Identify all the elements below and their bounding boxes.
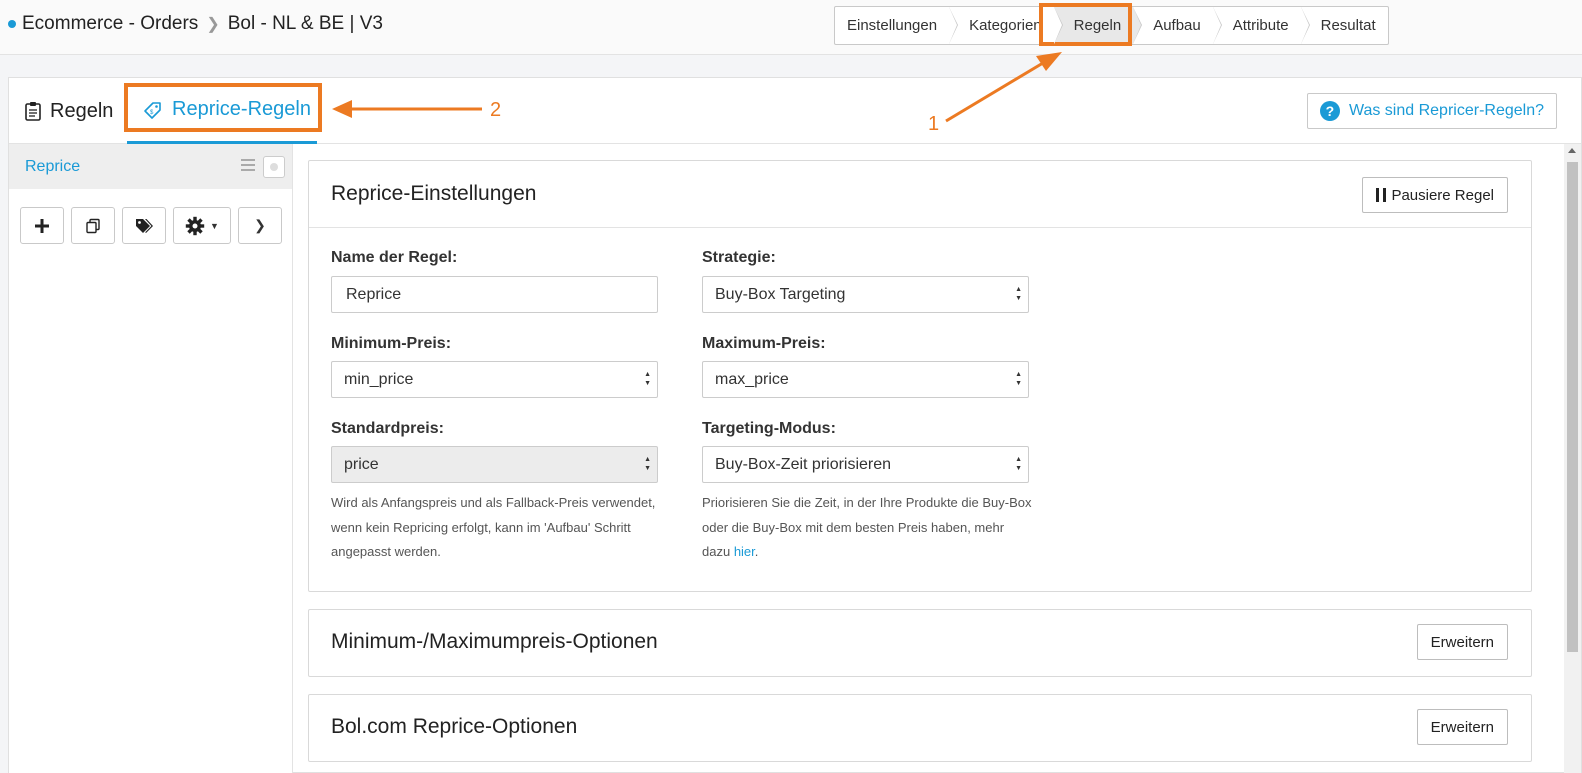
wizard-step-kategorien[interactable]: Kategorien [949,7,1063,44]
drag-handle-icon[interactable] [241,159,255,171]
add-rule-button[interactable] [20,207,64,244]
rule-toggle[interactable] [263,156,285,178]
collapse-sidebar-button[interactable]: ❯ [238,207,282,244]
copy-icon [86,218,100,233]
chevron-right-icon: ❯ [206,16,220,33]
sidebar-item-label: Reprice [25,157,81,175]
max-price-label: Maximum-Preis: [702,335,826,352]
question-icon: ? [1319,101,1340,121]
bol-options-card: Bol.com Reprice-Optionen Erweitern [308,694,1532,762]
reprice-settings-card: Reprice-Einstellungen Pausiere Regel Nam… [308,160,1532,592]
standard-price-select: price [331,446,658,483]
pause-rule-button[interactable]: Pausiere Regel [1362,177,1508,213]
highlight-box-reprice-tab [124,83,322,132]
scrollbar[interactable] [1564,144,1581,773]
rule-name-label: Name der Regel: [331,249,458,266]
annotation-label-1: 1 [928,113,940,135]
status-dot [8,20,16,28]
scrollbar-thumb[interactable] [1567,162,1578,652]
pause-button-label: Pausiere Regel [1391,186,1494,204]
hint-period: . [754,544,759,559]
help-repricer-rules-button[interactable]: ? Was sind Repricer-Regeln? [1306,93,1557,129]
wizard-step-einstellungen[interactable]: Einstellungen [835,7,959,44]
gear-icon [185,216,205,235]
scroll-up-icon[interactable] [1568,148,1576,153]
bol-card-title: Bol.com Reprice-Optionen [331,715,578,738]
min-price-label: Minimum-Preis: [331,335,452,352]
main-panel: Regeln $ Reprice-Regeln ? Was sind Repri… [8,77,1582,773]
pause-icon [1376,188,1387,202]
tags-icon [136,218,153,233]
rules-sidebar: Reprice ▼ ❯ [9,144,293,773]
tab-rules-label: Regeln [50,99,114,122]
settings-card-title: Reprice-Einstellungen [331,182,537,205]
wizard-step-attribute[interactable]: Attribute [1213,7,1310,44]
standard-price-hint: Wird als Anfangspreis und als Fallback-P… [331,495,656,559]
chevron-right-icon: ❯ [254,217,266,233]
divider [309,227,1531,228]
strategy-select[interactable]: Buy-Box Targeting [702,276,1029,313]
wizard-step-aufbau[interactable]: Aufbau [1133,7,1222,44]
breadcrumb-item-project[interactable]: Ecommerce - Orders [22,13,198,35]
caret-down-icon: ▼ [210,220,219,231]
wizard-step-resultat[interactable]: Resultat [1301,7,1388,44]
help-button-label: Was sind Repricer-Regeln? [1348,102,1544,119]
annotation-label-2: 2 [490,99,502,121]
strategy-label: Strategie: [702,249,776,266]
tab-rules[interactable]: Regeln [25,78,113,144]
settings-dropdown-button[interactable]: ▼ [173,207,231,244]
copy-rule-button[interactable] [71,207,115,244]
tags-button[interactable] [122,207,166,244]
breadcrumb: Ecommerce - Orders ❯ Bol - NL & BE | V3 [8,13,383,35]
plus-icon [35,218,49,233]
targeting-mode-label: Targeting-Modus: [702,420,836,437]
expand-minmax-button[interactable]: Erweitern [1416,624,1508,660]
minmax-card-title: Minimum-/Maximumpreis-Optionen [331,630,658,653]
targeting-mode-select[interactable]: Buy-Box-Zeit priorisieren [702,446,1029,483]
rule-name-input[interactable]: Reprice [331,276,658,313]
sidebar-toolbar: ▼ ❯ [20,207,289,244]
max-price-select[interactable]: max_price [702,361,1029,398]
targeting-mode-hint: Priorisieren Sie die Zeit, in der Ihre P… [702,491,1032,565]
expand-bol-button[interactable]: Erweitern [1416,709,1508,745]
min-price-select[interactable]: min_price [331,361,658,398]
standard-price-label: Standardpreis: [331,420,444,437]
minmax-options-card: Minimum-/Maximumpreis-Optionen Erweitern [308,609,1532,677]
clipboard-icon [25,101,41,121]
breadcrumb-item-channel[interactable]: Bol - NL & BE | V3 [228,13,383,35]
more-info-link[interactable]: hier [734,544,755,559]
top-bar: Ecommerce - Orders ❯ Bol - NL & BE | V3 … [0,0,1582,55]
sidebar-item-reprice[interactable]: Reprice [9,144,292,189]
